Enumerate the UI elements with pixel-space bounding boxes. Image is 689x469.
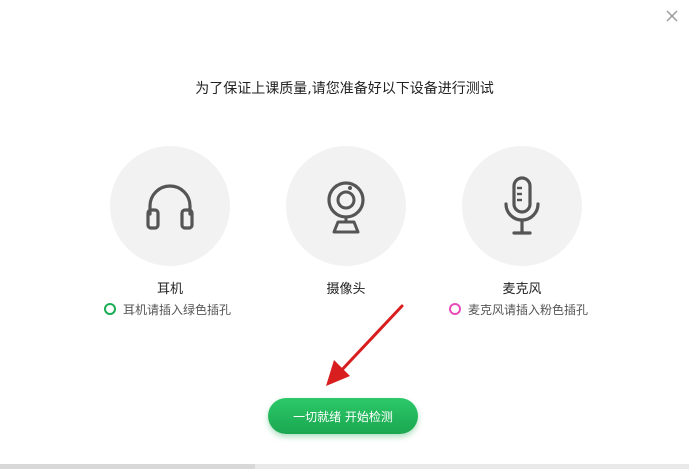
red-arrow-icon [326, 304, 404, 386]
device-check-dialog: 为了保证上课质量,请您准备好以下设备进行测试 耳机 摄像头 麦克风 耳机请插入绿… [0, 0, 689, 469]
dialog-heading: 为了保证上课质量,请您准备好以下设备进行测试 [195, 81, 494, 97]
start-check-button[interactable]: 一切就绪 开始检测 [268, 398, 418, 434]
webcam-circle [286, 146, 406, 266]
headphones-hint-text: 耳机请插入绿色插孔 [123, 302, 232, 317]
device-name-headphones: 耳机 [156, 282, 183, 297]
device-name-webcam: 摄像头 [326, 282, 366, 297]
headphones-hint: 耳机请插入绿色插孔 [104, 301, 231, 317]
microphone-hint-text: 麦克风请插入粉色插孔 [468, 302, 589, 317]
bottom-bar [0, 464, 689, 469]
microphone-circle [462, 146, 582, 266]
close-icon [666, 10, 678, 22]
bottom-bar-segment [0, 464, 255, 469]
microphone-icon [504, 176, 540, 235]
headphones-circle [110, 146, 230, 266]
microphone-hint: 麦克风请插入粉色插孔 [449, 301, 588, 317]
green-jack-icon [104, 303, 116, 315]
headphones-icon [146, 184, 194, 230]
close-button[interactable] [664, 8, 680, 24]
device-name-microphone: 麦克风 [502, 282, 542, 297]
pink-jack-icon [449, 303, 461, 315]
webcam-icon [327, 181, 365, 234]
